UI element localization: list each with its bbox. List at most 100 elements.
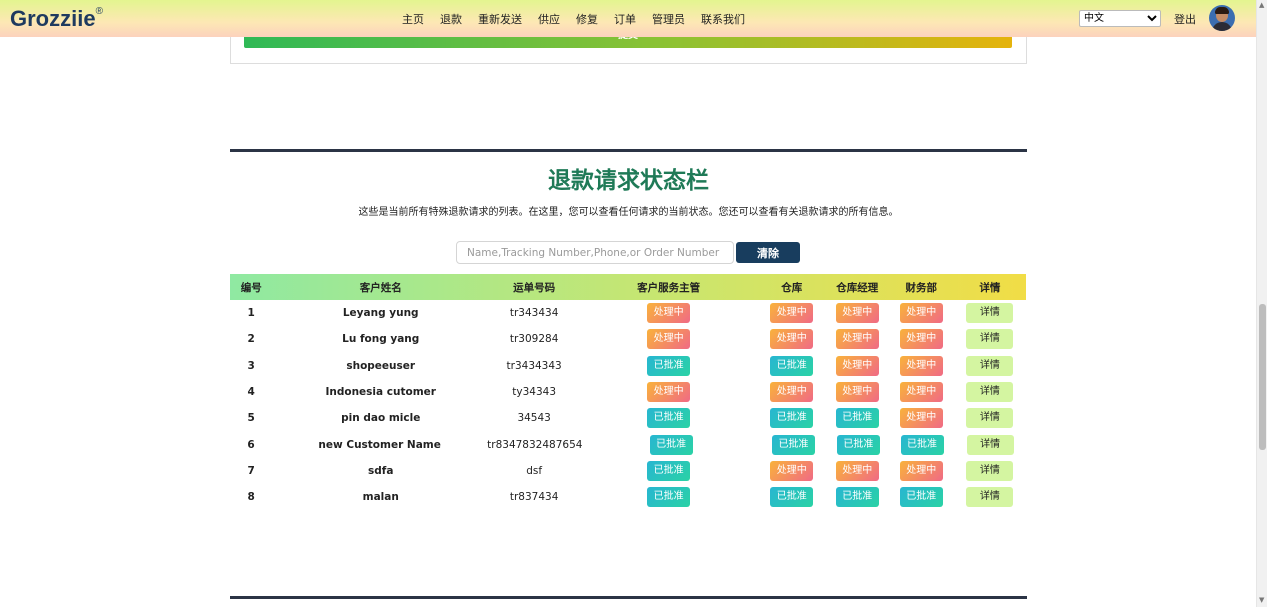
details-button[interactable]: 详情 xyxy=(966,329,1014,350)
cs-status-cell: 已批准 xyxy=(579,487,758,508)
warehouse-status-badge: 已批准 xyxy=(770,408,814,429)
warehouse-manager-status-badge: 处理中 xyxy=(835,382,879,403)
section-divider-bottom xyxy=(230,596,1027,599)
cs-status-cell: 已批准 xyxy=(579,408,758,429)
cell-tracking-number: tr343434 xyxy=(509,307,559,320)
details-button[interactable]: 详情 xyxy=(966,355,1014,376)
cell-tracking-number: 34543 xyxy=(517,412,551,425)
finance-status-badge: 处理中 xyxy=(899,382,943,403)
details-button[interactable]: 详情 xyxy=(966,408,1014,429)
nav-home[interactable]: 主页 xyxy=(402,11,424,27)
cell-customer-name: new Customer Name xyxy=(318,438,441,451)
nav-admin[interactable]: 管理员 xyxy=(652,11,685,27)
clear-button[interactable]: 清除 xyxy=(736,242,800,263)
search-input[interactable] xyxy=(456,241,734,264)
finance-status-cell: 已批准 xyxy=(889,487,954,508)
cs-status-cell: 处理中 xyxy=(579,329,758,350)
details-cell: 详情 xyxy=(954,382,1026,403)
details-cell: 详情 xyxy=(954,460,1026,481)
warehouse-status-cell: 已批准 xyxy=(758,355,826,376)
finance-status-badge: 处理中 xyxy=(899,303,943,324)
header-finance: 财务部 xyxy=(905,281,938,294)
finance-status-cell: 处理中 xyxy=(889,460,954,481)
cell-tracking-number: ty34343 xyxy=(512,386,556,399)
finance-status-badge: 处理中 xyxy=(899,408,943,429)
nav-contact[interactable]: 联系我们 xyxy=(701,11,745,27)
details-button[interactable]: 详情 xyxy=(966,460,1014,481)
finance-status-badge: 处理中 xyxy=(899,460,943,481)
header-customer-name: 客户姓名 xyxy=(359,281,402,294)
finance-status-cell: 处理中 xyxy=(889,329,954,350)
header-details: 详情 xyxy=(979,281,1001,294)
language-select[interactable]: 中文 xyxy=(1079,10,1161,27)
details-cell: 详情 xyxy=(954,355,1026,376)
logout-link[interactable]: 登出 xyxy=(1174,11,1196,27)
nav-refund[interactable]: 退款 xyxy=(440,11,462,27)
cell-tracking-number: tr309284 xyxy=(509,333,559,346)
finance-status-cell: 处理中 xyxy=(889,303,954,324)
warehouse-status-badge: 已批准 xyxy=(770,355,814,376)
cell-number: 1 xyxy=(247,307,255,320)
cell-customer-name: Leyang yung xyxy=(342,307,419,320)
cs-status-cell: 已批准 xyxy=(582,434,759,455)
warehouse-manager-status-cell: 处理中 xyxy=(826,460,889,481)
warehouse-status-cell: 处理中 xyxy=(758,382,826,403)
section-divider-top xyxy=(230,149,1027,152)
cell-customer-name: shopeeuser xyxy=(346,359,416,372)
cs-status-cell: 已批准 xyxy=(579,355,758,376)
cs-status-badge: 处理中 xyxy=(647,329,691,350)
table-row: 4 Indonesia cutomer ty34343 处理中 处理中 处理中 处理中 详情 xyxy=(230,379,1026,405)
nav-supply[interactable]: 供应 xyxy=(538,11,560,27)
scrollbar[interactable]: ▲ ▼ xyxy=(1256,0,1267,607)
table-header: 编号 客户姓名 运单号码 客户服务主管 仓库 仓库经理 财务部 详情 xyxy=(230,274,1026,300)
warehouse-manager-status-cell: 处理中 xyxy=(826,382,889,403)
table-row: 2 Lu fong yang tr309284 处理中 处理中 处理中 处理中 详情 xyxy=(230,326,1026,352)
warehouse-status-badge: 处理中 xyxy=(770,460,814,481)
table-row: 3 shopeeuser tr3434343 已批准 已批准 处理中 处理中 详情 xyxy=(230,353,1026,379)
cell-tracking-number: tr3434343 xyxy=(506,359,562,372)
page-description: 这些是当前所有特殊退款请求的列表。在这里，您可以查看任何请求的当前状态。您还可以… xyxy=(358,207,899,218)
cell-customer-name: malan xyxy=(362,491,399,504)
cell-customer-name: pin dao micle xyxy=(341,412,421,425)
cell-number: 7 xyxy=(247,464,255,477)
details-button[interactable]: 详情 xyxy=(966,303,1014,324)
cell-customer-name: Indonesia cutomer xyxy=(325,386,436,399)
warehouse-manager-status-badge: 处理中 xyxy=(835,355,879,376)
details-cell: 详情 xyxy=(954,303,1026,324)
avatar[interactable] xyxy=(1209,5,1235,31)
cell-number: 2 xyxy=(247,333,255,346)
finance-status-badge: 处理中 xyxy=(899,329,943,350)
finance-status-badge: 处理中 xyxy=(899,355,943,376)
warehouse-manager-status-cell: 处理中 xyxy=(826,303,889,324)
nav-repair[interactable]: 修复 xyxy=(576,11,598,27)
cs-status-badge: 已批准 xyxy=(649,434,693,455)
table-row: 7 sdfa dsf 已批准 处理中 处理中 处理中 详情 xyxy=(230,458,1026,484)
details-button[interactable]: 详情 xyxy=(966,487,1014,508)
logo[interactable]: Grozziie® xyxy=(10,6,103,32)
cell-tracking-number: tr8347832487654 xyxy=(487,438,583,451)
details-cell: 详情 xyxy=(954,329,1026,350)
table-row: 8 malan tr837434 已批准 已批准 已批准 已批准 详情 xyxy=(230,484,1026,510)
header-tracking-number: 运单号码 xyxy=(513,281,556,294)
nav-orders[interactable]: 订单 xyxy=(614,11,636,27)
finance-status-cell: 处理中 xyxy=(889,382,954,403)
nav-resend[interactable]: 重新发送 xyxy=(478,11,522,27)
finance-status-badge: 已批准 xyxy=(899,487,943,508)
warehouse-status-cell: 处理中 xyxy=(758,303,826,324)
finance-status-cell: 处理中 xyxy=(889,408,954,429)
scroll-down-arrow-icon[interactable]: ▼ xyxy=(1259,596,1264,604)
warehouse-status-badge: 处理中 xyxy=(770,329,814,350)
scrollbar-thumb[interactable] xyxy=(1259,304,1266,450)
warehouse-manager-status-badge: 已批准 xyxy=(835,408,879,429)
cs-status-cell: 处理中 xyxy=(579,382,758,403)
table-row: 1 Leyang yung tr343434 处理中 处理中 处理中 处理中 详情 xyxy=(230,300,1026,326)
cs-status-badge: 处理中 xyxy=(647,382,691,403)
header-cs-supervisor: 客户服务主管 xyxy=(637,281,701,294)
details-button[interactable]: 详情 xyxy=(966,434,1014,455)
details-button[interactable]: 详情 xyxy=(966,382,1014,403)
warehouse-status-badge: 处理中 xyxy=(770,382,814,403)
warehouse-manager-status-badge: 处理中 xyxy=(835,329,879,350)
finance-status-cell: 处理中 xyxy=(889,355,954,376)
scroll-up-arrow-icon[interactable]: ▲ xyxy=(1259,1,1264,9)
warehouse-status-badge: 已批准 xyxy=(770,487,814,508)
